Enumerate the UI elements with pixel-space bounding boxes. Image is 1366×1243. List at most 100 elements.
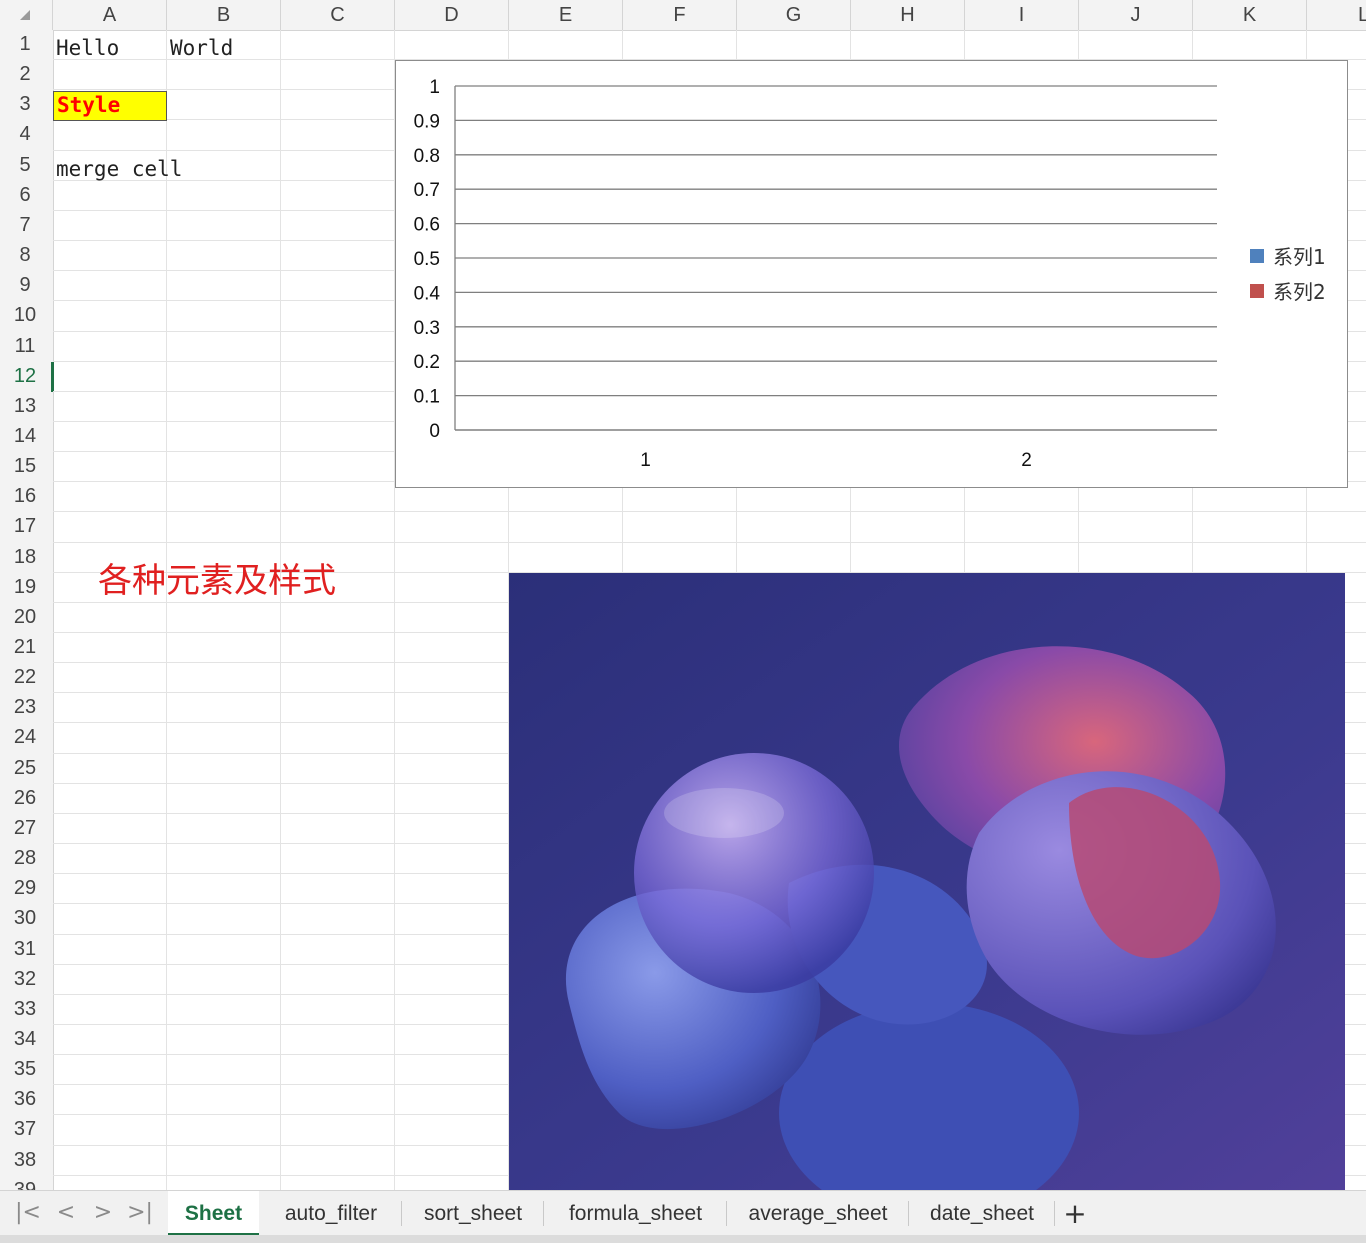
select-all-corner[interactable] [0,0,53,30]
cell-a5-merged[interactable]: merge cell [56,157,182,181]
row-header-23[interactable]: 23 [0,696,50,719]
row-header-15[interactable]: 15 [0,455,50,478]
y-tick-label: 0.7 [414,180,440,201]
tab-separator [726,1201,727,1226]
legend-label: 系列2 [1273,280,1326,304]
row-header-11[interactable]: 11 [0,335,50,358]
column-header-b[interactable]: B [167,0,281,30]
tab-sheet[interactable]: Sheet [168,1191,259,1236]
y-tick-label: 0.2 [414,352,440,373]
y-tick-label: 0.6 [414,215,440,236]
x-tick-label: 2 [1021,450,1032,471]
column-header-g[interactable]: G [737,0,851,30]
y-tick-label: 0.3 [414,318,440,339]
legend-swatch [1250,249,1264,263]
y-tick-label: 1 [429,77,440,98]
status-strip [0,1235,1366,1243]
column-header-d[interactable]: D [395,0,509,30]
row-header-17[interactable]: 17 [0,515,50,538]
row-header-29[interactable]: 29 [0,877,50,900]
row-header-1[interactable]: 1 [0,33,50,56]
row-header-37[interactable]: 37 [0,1118,50,1141]
tab-separator [401,1201,402,1226]
row-header-33[interactable]: 33 [0,998,50,1021]
row-header-20[interactable]: 20 [0,606,50,629]
chart-object[interactable]: 0 0.1 0.2 0.3 0.4 0.5 0.6 0.7 0.8 0.9 1 1 2 系列1 系列2 [395,60,1348,488]
row-header-30[interactable]: 30 [0,907,50,930]
column-header-c[interactable]: C [281,0,395,30]
tab-sort-sheet[interactable]: sort_sheet [404,1191,542,1236]
row-header-32[interactable]: 32 [0,968,50,991]
row-header-8[interactable]: 8 [0,244,50,267]
row-header-7[interactable]: 7 [0,214,50,237]
column-header-e[interactable]: E [509,0,623,30]
grid-hline [53,541,1366,543]
column-header-i[interactable]: I [965,0,1079,30]
embedded-picture[interactable] [509,573,1345,1190]
tab-date-sheet[interactable]: date_sheet [911,1191,1053,1236]
column-header-l[interactable]: L [1307,0,1366,30]
row-header-3[interactable]: 3 [0,93,50,116]
next-sheet-button[interactable]: > [89,1199,117,1227]
legend-label: 系列1 [1273,245,1326,269]
row-header-27[interactable]: 27 [0,817,50,840]
abstract-bloom-image [509,573,1345,1190]
row-header-28[interactable]: 28 [0,847,50,870]
tab-auto-filter[interactable]: auto_filter [262,1191,400,1236]
y-tick-label: 0 [429,421,440,442]
tab-separator [1054,1201,1055,1226]
cell-a1[interactable]: Hello [56,36,119,60]
row-header-10[interactable]: 10 [0,304,50,327]
first-sheet-button[interactable]: |< [14,1199,42,1227]
row-header-6[interactable]: 6 [0,184,50,207]
row-header-34[interactable]: 34 [0,1028,50,1051]
y-tick-label: 0.1 [414,387,440,408]
row-header-21[interactable]: 21 [0,636,50,659]
add-sheet-button[interactable]: + [1060,1191,1090,1236]
tab-separator [908,1201,909,1226]
row-header-36[interactable]: 36 [0,1088,50,1111]
row-header-25[interactable]: 25 [0,757,50,780]
legend-swatch [1250,284,1264,298]
row-header-4[interactable]: 4 [0,123,50,146]
y-tick-label: 0.9 [414,111,440,132]
x-tick-label: 1 [640,450,651,471]
column-header-h[interactable]: H [851,0,965,30]
row-header-12[interactable]: 12 [0,365,50,388]
column-header-f[interactable]: F [623,0,737,30]
column-header-a[interactable]: A [53,0,167,30]
select-all-icon [20,10,30,20]
tab-formula-sheet[interactable]: formula_sheet [546,1191,725,1236]
row-header-38[interactable]: 38 [0,1149,50,1172]
grid-vline [166,30,167,1190]
row-header-31[interactable]: 31 [0,938,50,961]
row-header-18[interactable]: 18 [0,546,50,569]
grid-vline [280,30,281,1190]
y-tick-label: 0.5 [414,249,440,270]
row-header-35[interactable]: 35 [0,1058,50,1081]
row-header-39[interactable]: 39 [0,1179,50,1190]
row-header-26[interactable]: 26 [0,787,50,810]
prev-sheet-button[interactable]: < [52,1199,80,1227]
sheet-tab-bar: |< < > >| Sheet auto_filter sort_sheet f… [0,1190,1366,1236]
row-header-16[interactable]: 16 [0,485,50,508]
row-header-bar: 1 2 3 4 5 6 7 8 9 10 11 12 13 14 15 16 17 18 19 20 21 22 23 24 2… [0,30,54,1190]
cell-b1[interactable]: World [170,36,233,60]
row-header-2[interactable]: 2 [0,63,50,86]
y-tick-label: 0.4 [414,283,441,304]
column-header-j[interactable]: J [1079,0,1193,30]
column-header-k[interactable]: K [1193,0,1307,30]
last-sheet-button[interactable]: >| [126,1199,154,1227]
cell-a3[interactable]: Style [53,91,167,121]
chart-svg: 0 0.1 0.2 0.3 0.4 0.5 0.6 0.7 0.8 0.9 1 1 2 系列1 系列2 [414,77,1326,471]
row-header-14[interactable]: 14 [0,425,50,448]
row-header-22[interactable]: 22 [0,666,50,689]
row-header-5[interactable]: 5 [0,154,50,177]
row-header-24[interactable]: 24 [0,726,50,749]
y-tick-label: 0.8 [414,146,440,167]
tab-average-sheet[interactable]: average_sheet [729,1191,907,1236]
cell-a3-text: Style [57,93,121,117]
row-header-13[interactable]: 13 [0,395,50,418]
row-header-19[interactable]: 19 [0,576,50,599]
row-header-9[interactable]: 9 [0,274,50,297]
